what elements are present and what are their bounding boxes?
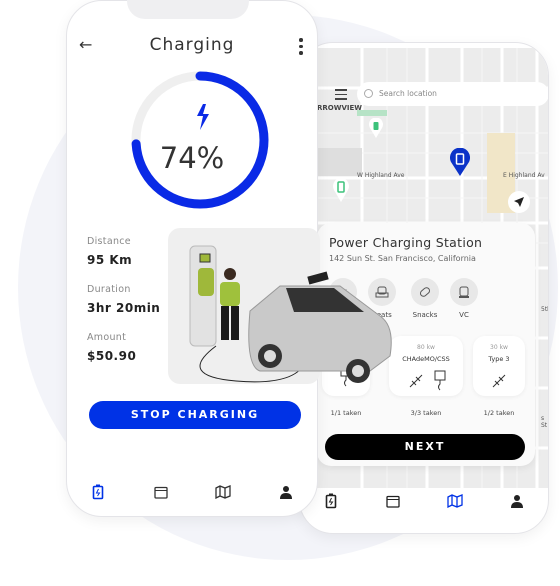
connector-icon [492,374,506,388]
station-marker-green[interactable] [333,178,349,202]
nav-profile[interactable] [507,491,527,511]
battery-icon [92,484,104,500]
battery-icon [325,493,337,509]
charge-percentage: 74% [159,141,225,175]
map-icon [447,494,463,508]
plug-availability: 1/2 taken [483,409,515,417]
more-options-icon[interactable] [299,38,303,58]
locate-me-button[interactable] [508,191,530,213]
stat-label: Distance [87,236,131,247]
stat-value: 95 Km [87,253,133,267]
station-marker-green[interactable] [369,118,383,138]
plug-availability: 1/1 taken [330,409,362,417]
navigation-arrow-icon [514,197,524,207]
station-marker-selected[interactable] [450,148,470,176]
map-icon [215,485,231,499]
person-icon [511,495,523,508]
charging-stats: Distance 95 Km Duration 3hr 20min Amount… [87,236,160,380]
search-placeholder: Search location [379,89,437,98]
map-label-street: E Highland Av [503,172,545,179]
bottom-nav [300,481,548,521]
calendar-icon [154,486,168,499]
plug-icon [434,370,446,391]
stat-value: 3hr 20min [87,301,161,315]
nav-map[interactable] [213,482,233,502]
nav-profile[interactable] [276,482,296,502]
stat-label: Duration [87,284,131,295]
nav-calendar[interactable] [151,482,171,502]
stat-label: Amount [87,332,127,343]
header: ← Charging [67,35,317,59]
nav-battery[interactable] [88,482,108,502]
search-icon [364,89,373,98]
menu-icon[interactable] [335,89,347,103]
charging-progress-ring [131,71,269,209]
toilet-icon[interactable] [450,278,478,306]
page-title: Charging [149,35,235,55]
map-label-street: s St [541,415,548,429]
search-location-input[interactable]: Search location [357,82,548,106]
stat-value: $50.90 [87,349,137,363]
map-label-area: RROWVIEW [317,104,362,112]
stop-charging-button[interactable]: STOP CHARGING [89,401,301,429]
calendar-icon [386,495,400,508]
ev-charging-illustration [168,228,392,384]
map-label-street: W Highland Ave [357,172,405,179]
nav-map[interactable] [445,491,465,511]
bottom-nav [67,472,317,512]
phone-notch [127,0,249,19]
nav-calendar[interactable] [383,491,403,511]
next-button[interactable]: NEXT [325,434,525,460]
plug-power: 30 kw [490,344,508,351]
plug-type: Type 3 [488,355,510,363]
plug-card[interactable]: 30 kw Type 3 [473,336,525,396]
plug-availability: 3/3 taken [410,409,442,417]
person-icon [279,486,292,499]
nav-battery[interactable] [321,491,341,511]
map-label-street: 5th [541,306,548,313]
lightning-bolt-icon [197,104,209,130]
amenity-label: VC [459,311,469,319]
